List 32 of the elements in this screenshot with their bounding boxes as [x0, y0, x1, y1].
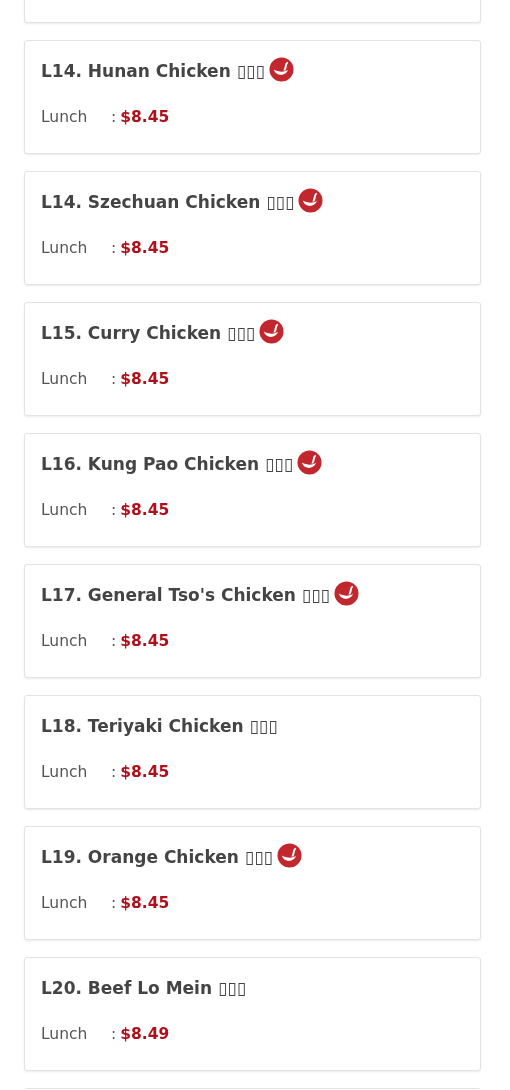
dish-name[interactable]: L15. Curry Chicken ▯▯▯ [41, 323, 256, 343]
dish-name[interactable]: L18. Teriyaki Chicken ▯▯▯ [41, 716, 278, 736]
price-label: Lunch [41, 894, 89, 912]
price-label: Lunch [41, 763, 89, 781]
price-separator: : [111, 239, 117, 257]
dish-name[interactable]: L16. Kung Pao Chicken ▯▯▯ [41, 454, 294, 474]
price-separator: : [111, 370, 117, 388]
price: $8.45 [120, 894, 170, 912]
price-separator: : [111, 501, 117, 519]
price-separator: : [111, 632, 117, 650]
price-label: Lunch [41, 632, 89, 650]
price-separator: : [111, 763, 117, 781]
dish-name[interactable]: L14. Szechuan Chicken ▯▯▯ [41, 192, 295, 212]
price-label: Lunch [41, 501, 89, 519]
price: $8.45 [120, 501, 170, 519]
dish-name[interactable]: L17. General Tso's Chicken ▯▯▯ [41, 585, 330, 605]
price: $8.45 [120, 763, 170, 781]
price-separator: : [111, 108, 117, 126]
price: $8.45 [120, 370, 170, 388]
price-label: Lunch [41, 108, 89, 126]
dish-name[interactable]: L19. Orange Chicken ▯▯▯ [41, 847, 273, 867]
price: $8.45 [120, 239, 170, 257]
price: $8.49 [120, 1025, 170, 1043]
price-label: Lunch [41, 370, 89, 388]
price: $8.45 [120, 108, 170, 126]
price-separator: : [111, 1025, 117, 1043]
price: $8.45 [120, 632, 170, 650]
dish-name[interactable]: L20. Beef Lo Mein ▯▯▯ [41, 978, 246, 998]
price-separator: : [111, 894, 117, 912]
dish-name[interactable]: L14. Hunan Chicken ▯▯▯ [41, 61, 265, 81]
price-label: Lunch [41, 239, 89, 257]
price-label: Lunch [41, 1025, 89, 1043]
